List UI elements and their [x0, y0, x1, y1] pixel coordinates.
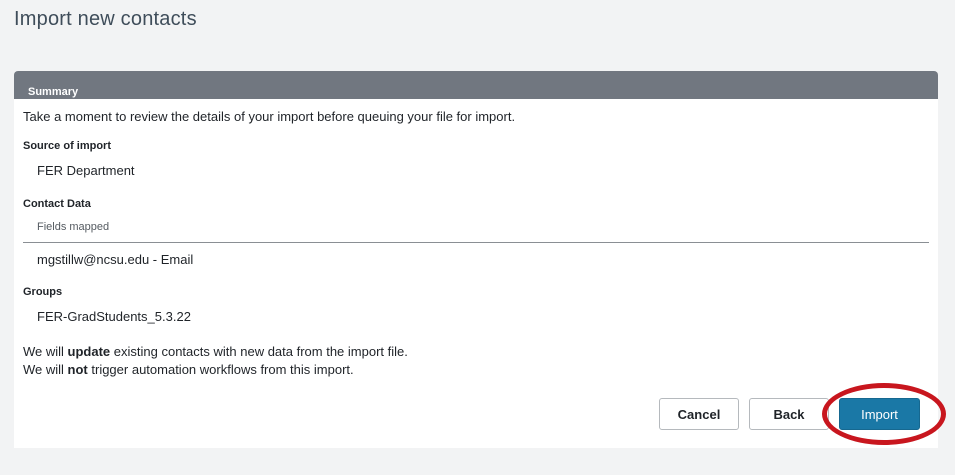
summary-header-label: Summary — [28, 86, 79, 98]
source-of-import-value: FER Department — [37, 163, 135, 178]
automation-note: We will not trigger automation workflows… — [23, 362, 354, 377]
source-of-import-label: Source of import — [23, 140, 112, 152]
import-button[interactable]: Import — [839, 398, 920, 430]
back-button[interactable]: Back — [749, 398, 829, 430]
fields-mapped-header: Fields mapped — [37, 221, 110, 233]
cancel-button[interactable]: Cancel — [659, 398, 739, 430]
update-note-emphasis: update — [67, 344, 111, 359]
mapped-field-value: mgstillw@ncsu.edu - Email — [37, 252, 194, 267]
group-value: FER-GradStudents_5.3.22 — [37, 309, 191, 324]
update-note-prefix: We will — [23, 344, 68, 359]
automation-note-emphasis: not — [67, 362, 88, 377]
contact-data-label: Contact Data — [23, 198, 91, 210]
update-note: We will update existing contacts with ne… — [23, 344, 408, 359]
update-note-suffix: existing contacts with new data from the… — [110, 344, 408, 359]
fields-divider — [23, 242, 929, 243]
summary-panel: Summary Take a moment to review the deta… — [14, 71, 938, 448]
automation-note-suffix: trigger automation workflows from this i… — [87, 362, 354, 377]
groups-label: Groups — [23, 286, 63, 298]
summary-header: Summary — [14, 71, 938, 99]
automation-note-prefix: We will — [23, 362, 68, 377]
summary-intro-text: Take a moment to review the details of y… — [23, 109, 516, 124]
page-title: Import new contacts — [14, 8, 197, 30]
